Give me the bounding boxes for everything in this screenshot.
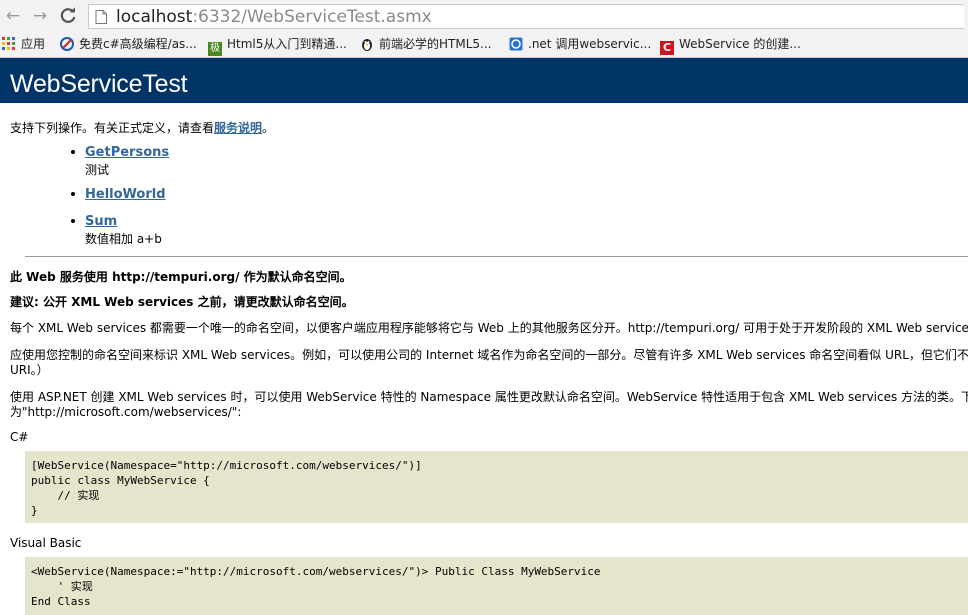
list-bullet [71,219,75,223]
browser-toolbar: ← → localhost:6332/WebServiceTest.asmx [0,0,968,32]
page-icon [95,10,107,24]
bookmarks-bar: 应用 免费c#高级编程/as... 极 Html5从入门到精通... 前端必学的H… [0,32,968,58]
bookmark-label: 前端必学的HTML5... [379,37,492,51]
operation-link-helloworld[interactable]: HelloWorld [85,187,166,202]
bookmark-html5-course[interactable]: 极 Html5从入门到精通... [208,36,347,56]
csharp-label: C# [10,430,29,444]
bookmark-frontend-html5[interactable]: 前端必学的HTML5... [360,36,491,54]
blue-bookmark-icon [509,37,523,51]
operation-description: 测试 [85,163,110,177]
intro-prefix: 支持下列操作。有关正式定义，请查看 [10,121,215,135]
vb-code: <WebService(Namespace:="http://microsoft… [31,565,601,608]
bookmark-label: Html5从入门到精通... [227,37,347,51]
page-title: WebServiceTest [10,70,188,98]
vb-label: Visual Basic [10,536,82,550]
paragraph-namespace-control-cont: URI。） [10,363,49,377]
paragraph-aspnet-namespace-cont: 为"http://microsoft.com/webservices/": [10,405,242,419]
list-bullet [71,192,75,196]
apps-grid-icon [2,37,16,51]
reload-icon[interactable] [58,6,78,26]
service-description-link[interactable]: 服务说明 [214,121,262,135]
forward-arrow-icon[interactable]: → [30,6,50,26]
bookmark-webservice-create[interactable]: C WebService 的创建... [660,36,801,55]
csharp-code: [WebService(Namespace="http://microsoft.… [31,459,422,517]
bookmark-dotnet-webservice[interactable]: .net 调用webservic... [509,36,651,54]
bookmark-label: .net 调用webservic... [528,37,652,51]
url-text[interactable]: localhost:6332/WebServiceTest.asmx [116,7,432,27]
paragraph-namespace-control: 应使用您控制的命名空间来标识 XML Web services。例如，可以使用公… [10,348,968,362]
operation-link-getpersons[interactable]: GetPersons [85,145,169,160]
divider [25,256,968,257]
red-c-bookmark-icon: C [660,41,674,55]
intro-text: 支持下列操作。有关正式定义，请查看服务说明。 [10,119,274,136]
recommendation-heading: 建议: 公开 XML Web services 之前，请更改默认命名空间。 [10,295,354,309]
vb-code-block: <WebService(Namespace:="http://microsoft… [25,557,968,615]
penguin-bookmark-icon [360,37,374,51]
address-bar[interactable]: localhost:6332/WebServiceTest.asmx [88,4,964,29]
c-sharp-bookmark-icon [60,37,74,51]
bookmark-apps[interactable]: 应用 [2,36,45,54]
bookmark-label: WebService 的创建... [679,37,801,51]
bookmark-label: 免费c#高级编程/as... [79,37,197,51]
bookmark-label: 应用 [21,37,46,51]
paragraph-namespace-uniqueness: 每个 XML Web services 都需要一个唯一的命名空间，以便客户端应用… [10,321,968,335]
bookmark-csharp[interactable]: 免费c#高级编程/as... [60,36,197,54]
csharp-code-block: [WebService(Namespace="http://microsoft.… [25,451,968,523]
namespace-heading: 此 Web 服务使用 http://tempuri.org/ 作为默认命名空间。 [10,270,352,284]
operation-description: 数值相加 a+b [85,232,162,246]
operation-link-sum[interactable]: Sum [85,214,117,229]
list-bullet [71,150,75,154]
page-header: WebServiceTest [0,58,968,103]
green-bookmark-icon: 极 [208,42,222,56]
intro-suffix: 。 [262,121,275,135]
back-arrow-icon[interactable]: ← [3,6,23,26]
